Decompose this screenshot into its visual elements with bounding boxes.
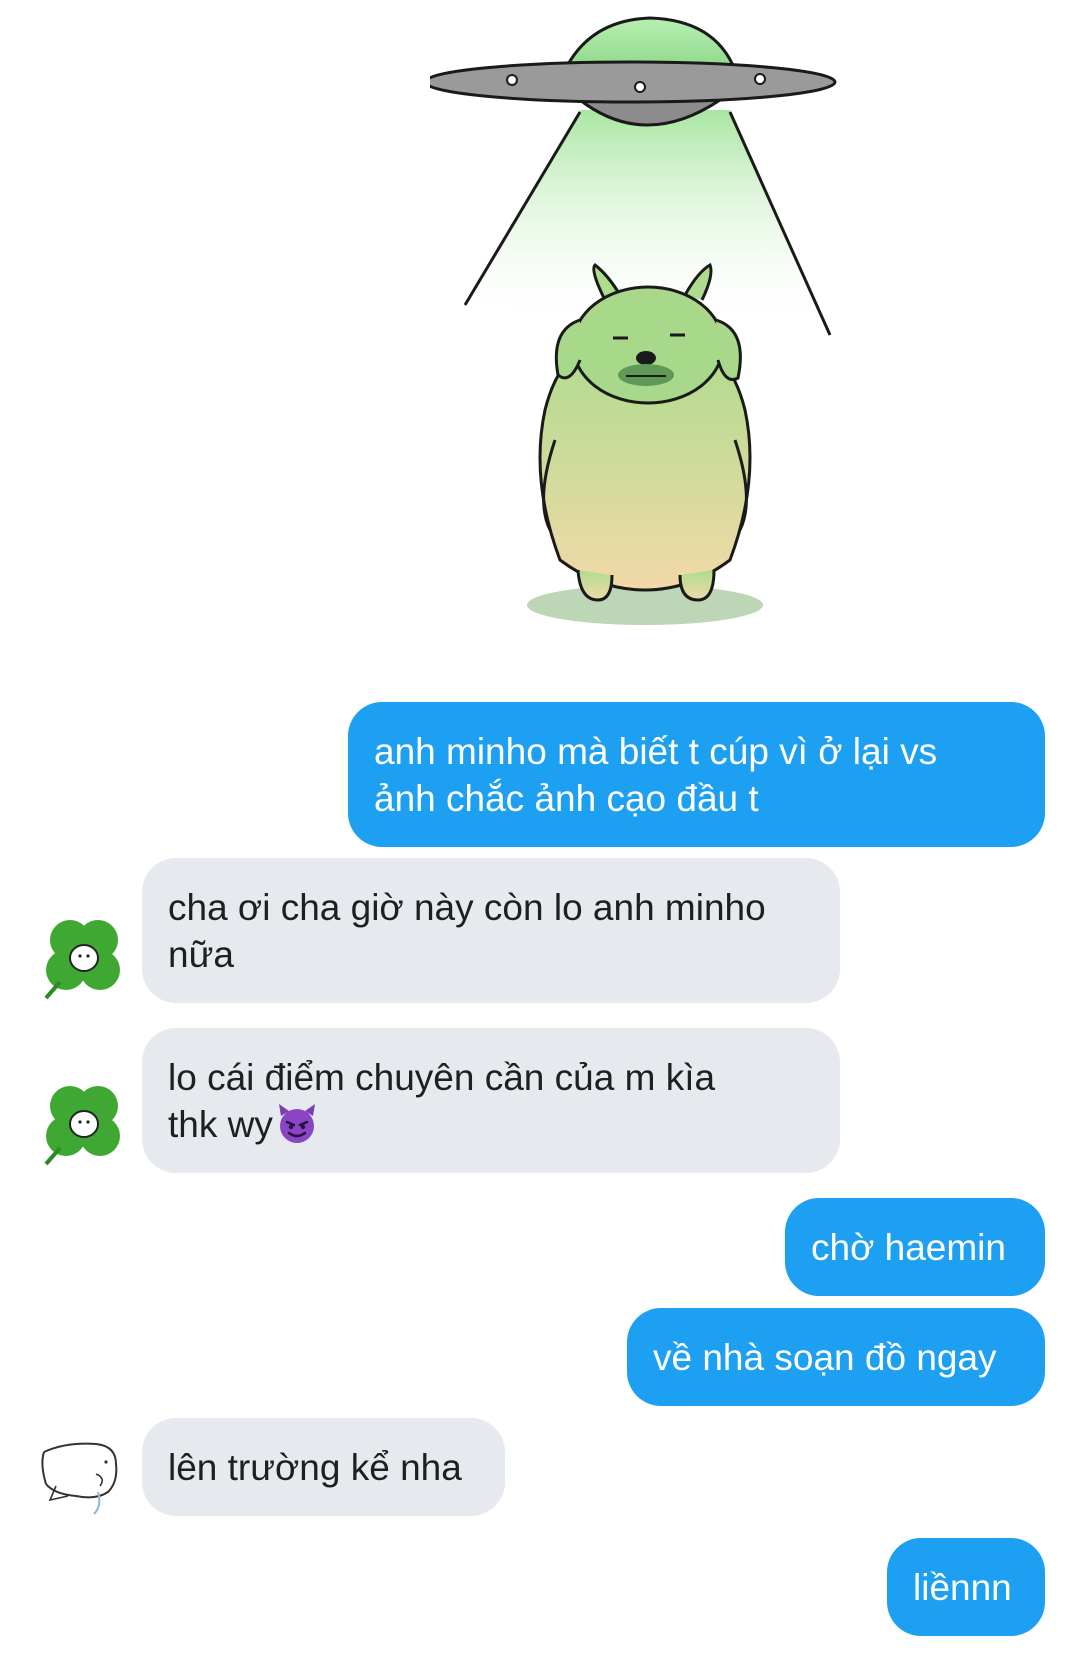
message-line: ảnh chắc ảnh cạo đầu t (374, 777, 759, 819)
received-message-bubble[interactable]: lo cái điểm chuyên cần của m kìa thk wy (142, 1028, 840, 1173)
message-line: chờ haemin (811, 1226, 1006, 1268)
ufo-sticker[interactable] (430, 0, 890, 680)
message-line: về nhà soạn đồ ngay (653, 1336, 997, 1378)
received-message-bubble[interactable]: cha ơi cha giờ này còn lo anh minho nữa (142, 858, 840, 1003)
clover-avatar-icon[interactable] (38, 1078, 128, 1168)
message-line: cha ơi cha giờ này còn lo anh minho (168, 886, 766, 928)
message-line-with-emoji: thk wy (168, 1101, 814, 1148)
message-line: liềnnn (913, 1566, 1012, 1608)
sketch-animal-avatar-icon[interactable] (36, 1434, 126, 1524)
received-message-bubble[interactable]: lên trường kể nha (142, 1418, 505, 1516)
message-line: lên trường kể nha (168, 1446, 462, 1488)
message-line: thk wy (168, 1103, 273, 1145)
message-line: lo cái điểm chuyên cần của m kìa (168, 1056, 716, 1098)
smiling-devil-emoji (278, 1103, 315, 1143)
message-line: nữa (168, 933, 234, 975)
sent-message-bubble[interactable]: anh minho mà biết t cúp vì ở lại vs ảnh … (348, 702, 1045, 847)
sent-message-bubble[interactable]: chờ haemin (785, 1198, 1045, 1296)
message-line: anh minho mà biết t cúp vì ở lại vs (374, 730, 938, 772)
sent-message-bubble[interactable]: liềnnn (887, 1538, 1045, 1636)
clover-avatar-icon[interactable] (38, 912, 128, 1002)
sent-message-bubble[interactable]: về nhà soạn đồ ngay (627, 1308, 1045, 1406)
